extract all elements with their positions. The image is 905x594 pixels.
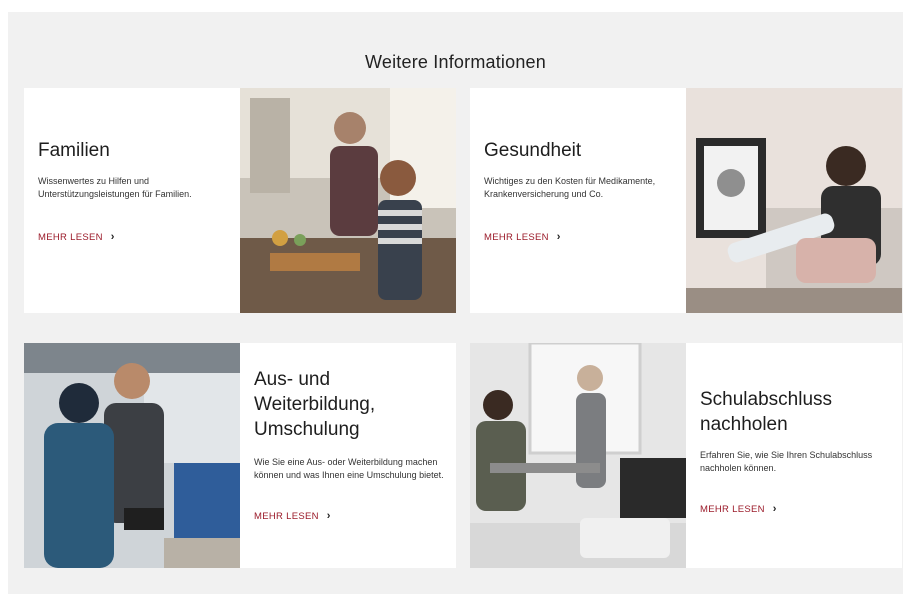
chevron-right-icon: › [110, 231, 115, 243]
card-title: Schulabschluss nachholen [700, 389, 833, 435]
card-title: Gesundheit [484, 140, 582, 161]
card-title: Familien [38, 140, 110, 161]
card-description: Wie Sie eine Aus- oder Weiterbildung mac… [254, 457, 444, 480]
read-more-link[interactable]: MEHR LESEN › [700, 503, 777, 515]
woman-on-sofa-photo [686, 88, 902, 313]
page: Weitere Informationen Familien Wissenwer… [0, 0, 905, 594]
classroom-photo [470, 343, 686, 568]
read-more-link[interactable]: MEHR LESEN › [38, 231, 115, 243]
card-schulabschluss[interactable]: Schulabschluss nachholen Erfahren Sie, w… [470, 343, 902, 568]
read-more-link[interactable]: MEHR LESEN › [254, 510, 331, 522]
card-familien[interactable]: Familien Wissenwertes zu Hilfen und Unte… [24, 88, 456, 313]
family-cooking-photo [240, 88, 456, 313]
read-more-link[interactable]: MEHR LESEN › [484, 231, 561, 243]
section-title: Weitere Informationen [365, 52, 546, 72]
card-ausbildung[interactable]: Aus- und Weiterbildung, Umschulung Wie S… [24, 343, 456, 568]
chevron-right-icon: › [556, 231, 561, 243]
workshop-photo [24, 343, 240, 568]
card-title: Aus- und Weiterbildung, Umschulung [254, 369, 376, 440]
chevron-right-icon: › [772, 503, 777, 515]
chevron-right-icon: › [326, 510, 331, 522]
card-description: Wissenwertes zu Hilfen und Unterstützung… [38, 176, 192, 199]
card-description: Erfahren Sie, wie Sie Ihren Schulabschlu… [700, 450, 873, 473]
card-gesundheit[interactable]: Gesundheit Wichtiges zu den Kosten für M… [470, 88, 902, 313]
card-description: Wichtiges zu den Kosten für Medikamente,… [484, 176, 656, 199]
